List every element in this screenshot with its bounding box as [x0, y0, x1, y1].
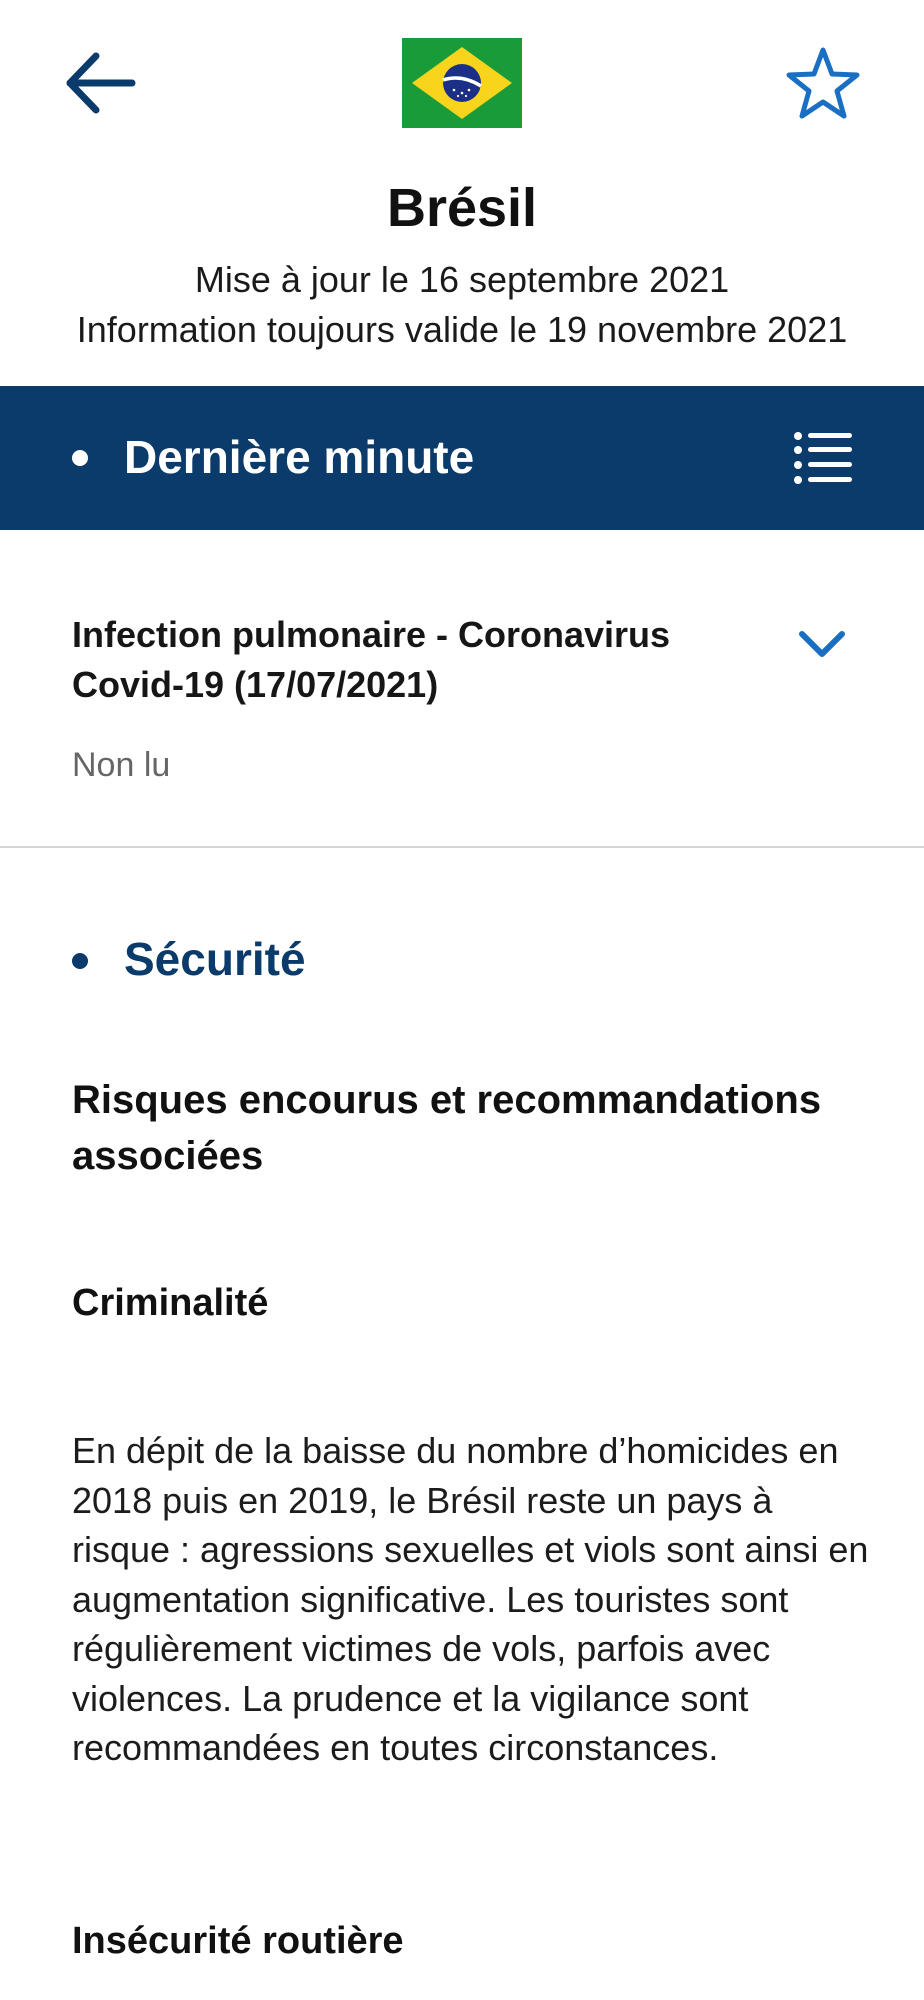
news-item-title: Infection pulmonaire - Coronavirus Covid…: [72, 614, 671, 705]
favorite-button[interactable]: [786, 44, 860, 122]
validity-date: Information toujours valide le 19 novemb…: [76, 309, 848, 350]
divider: [0, 846, 924, 848]
security-title: Sécurité: [124, 933, 306, 985]
crime-heading: Criminalité: [72, 1282, 269, 1324]
update-date: Mise à jour le 16 septembre 2021: [194, 259, 730, 300]
brazil-flag: [402, 38, 522, 128]
top-bar: [0, 0, 924, 170]
road-safety-heading: Insécurité routière: [72, 1920, 404, 1962]
news-item[interactable]: Infection pulmonaire - Coronavirus Covid…: [0, 530, 924, 846]
security-section-header: Sécurité: [0, 926, 924, 996]
back-button[interactable]: [62, 44, 140, 122]
risks-heading: Risques encourus et recommandations asso…: [72, 1078, 822, 1178]
crime-paragraph: En dépit de la baisse du nombre d’homici…: [72, 1430, 869, 1768]
bullet-dot: [72, 450, 88, 466]
bullet-dot: [72, 953, 88, 969]
arrow-left-icon: [66, 52, 136, 114]
list-menu-icon: [794, 432, 852, 484]
section-menu-button[interactable]: [792, 428, 856, 488]
last-minute-header: Dernière minute: [0, 386, 924, 530]
country-title: Brésil: [386, 178, 538, 238]
read-status: Non lu: [72, 746, 171, 784]
last-minute-label: Dernière minute: [124, 431, 475, 483]
chevron-down-icon[interactable]: [796, 624, 848, 664]
star-outline-icon: [786, 47, 860, 119]
